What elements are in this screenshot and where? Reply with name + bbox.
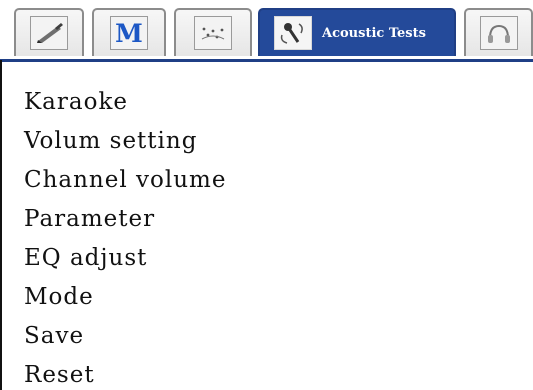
menu-item-parameter[interactable]: Parameter [24,208,155,231]
headphones-icon [479,16,518,50]
microphone-icon [274,16,312,50]
menu-item-save[interactable]: Save [24,325,84,348]
tab-m[interactable]: M [92,8,166,56]
menu-item-volum-setting[interactable]: Volum setting [24,130,197,153]
tab-headphones[interactable] [464,8,533,56]
tab-acoustic-tests-label: Acoustic Tests [322,25,426,41]
menu-item-reset[interactable]: Reset [24,364,95,387]
tab-acoustic-tests[interactable]: Acoustic Tests [258,8,456,56]
menu-panel: Karaoke Volum setting Channel volume Par… [0,60,533,390]
menu-item-eq-adjust[interactable]: EQ adjust [24,247,147,270]
tab-pen[interactable] [14,8,84,56]
menu-item-mode[interactable]: Mode [24,286,94,309]
menu-item-channel-volume[interactable]: Channel volume [24,169,226,192]
m-letter-icon: M [110,16,148,50]
speaker-dots-icon [194,16,232,50]
pen-icon [30,16,68,50]
tab-bar: M Acoustic Tests [0,0,533,62]
menu-item-karaoke[interactable]: Karaoke [24,91,128,114]
tab-m-letter: M [115,18,143,48]
tab-speaker[interactable] [174,8,252,56]
